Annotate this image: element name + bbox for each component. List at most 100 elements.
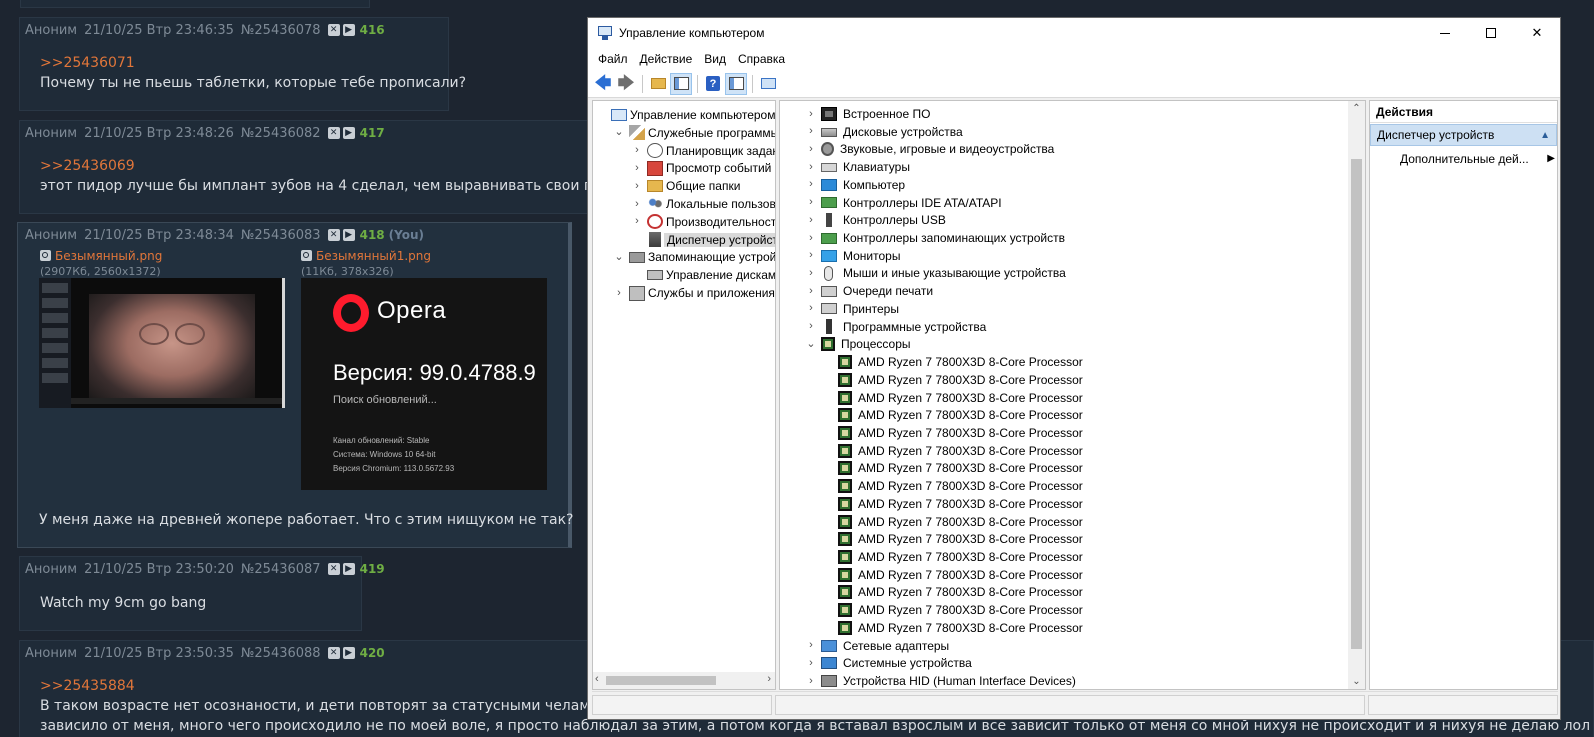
scan-hardware-button[interactable] bbox=[757, 73, 779, 95]
play-icon[interactable]: ▶ bbox=[342, 24, 355, 36]
device-category[interactable]: › Компьютер bbox=[805, 176, 905, 194]
device-category[interactable]: › Сетевые адаптеры bbox=[805, 637, 949, 655]
maximize-button[interactable] bbox=[1468, 18, 1514, 48]
tree-item[interactable]: › Производительность bbox=[631, 213, 775, 231]
collapsed-chevron-icon[interactable]: › bbox=[805, 303, 817, 314]
play-icon[interactable]: ▶ bbox=[342, 229, 355, 241]
device-category[interactable]: › Системные устройства bbox=[805, 654, 972, 672]
device-category[interactable]: › Контроллеры IDE ATA/ATAPI bbox=[805, 194, 1002, 212]
collapsed-chevron-icon[interactable]: › bbox=[805, 179, 817, 190]
device-category[interactable]: › Устройства HID (Human Interface Devices… bbox=[805, 672, 1076, 689]
processor-item[interactable]: AMD Ryzen 7 7800X3D 8-Core Processor bbox=[838, 389, 1083, 407]
processor-item[interactable]: AMD Ryzen 7 7800X3D 8-Core Processor bbox=[838, 619, 1083, 637]
expanded-chevron-icon[interactable]: ⌄ bbox=[613, 127, 625, 138]
scroll-up-icon[interactable]: ⌃ bbox=[1348, 103, 1365, 114]
tree-item[interactable]: Управление компьютером (л bbox=[595, 106, 775, 124]
tree-item[interactable]: › Службы и приложения bbox=[613, 284, 775, 302]
processor-item[interactable]: AMD Ryzen 7 7800X3D 8-Core Processor bbox=[838, 583, 1083, 601]
hide-post-icon[interactable]: ✕ bbox=[327, 229, 340, 241]
processor-item[interactable]: AMD Ryzen 7 7800X3D 8-Core Processor bbox=[838, 371, 1083, 389]
post-number[interactable]: №25436082 bbox=[241, 126, 321, 141]
file-name-link[interactable]: Безымянный.png bbox=[55, 249, 162, 263]
scroll-left-icon[interactable]: ‹ bbox=[595, 673, 599, 685]
processor-item[interactable]: AMD Ryzen 7 7800X3D 8-Core Processor bbox=[838, 459, 1083, 477]
forward-button[interactable]: 🡆 bbox=[615, 73, 637, 95]
collapsed-chevron-icon[interactable]: › bbox=[805, 675, 817, 687]
processor-item[interactable]: AMD Ryzen 7 7800X3D 8-Core Processor bbox=[838, 601, 1083, 619]
tree-item[interactable]: Диспетчер устройств bbox=[631, 231, 775, 249]
device-category[interactable]: › Мониторы bbox=[805, 247, 900, 265]
scroll-thumb[interactable] bbox=[1351, 159, 1362, 649]
collapsed-chevron-icon[interactable]: › bbox=[805, 232, 817, 244]
processor-item[interactable]: AMD Ryzen 7 7800X3D 8-Core Processor bbox=[838, 353, 1083, 371]
menu-help[interactable]: Справка bbox=[732, 52, 791, 66]
title-bar[interactable]: Управление компьютером ✕ bbox=[588, 18, 1560, 48]
processor-item[interactable]: AMD Ryzen 7 7800X3D 8-Core Processor bbox=[838, 424, 1083, 442]
processor-item[interactable]: AMD Ryzen 7 7800X3D 8-Core Processor bbox=[838, 477, 1083, 495]
collapsed-chevron-icon[interactable]: › bbox=[805, 197, 817, 208]
help-button[interactable]: ? bbox=[702, 73, 724, 95]
tree-item[interactable]: › Общие папки bbox=[631, 177, 740, 195]
device-category[interactable]: › Встроенное ПО bbox=[805, 105, 930, 123]
actions-device-manager[interactable]: Диспетчер устройств ▲ bbox=[1370, 124, 1557, 146]
post-number[interactable]: №25436078 bbox=[241, 23, 321, 38]
device-category[interactable]: › Дисковые устройства bbox=[805, 123, 963, 141]
attachment-thumbnail-screenshot[interactable] bbox=[39, 278, 285, 408]
menu-action[interactable]: Действие bbox=[634, 52, 699, 66]
show-hide-tree-button[interactable] bbox=[670, 72, 692, 95]
processor-item[interactable]: AMD Ryzen 7 7800X3D 8-Core Processor bbox=[838, 566, 1083, 584]
collapsed-chevron-icon[interactable]: › bbox=[805, 250, 817, 261]
vertical-scrollbar[interactable]: ⌃ ⌄ bbox=[1348, 101, 1365, 689]
collapsed-chevron-icon[interactable]: › bbox=[805, 108, 817, 120]
device-category[interactable]: › Принтеры bbox=[805, 300, 899, 318]
show-action-pane-button[interactable] bbox=[725, 72, 747, 95]
horizontal-scrollbar[interactable]: ‹ › bbox=[593, 672, 775, 689]
play-icon[interactable]: ▶ bbox=[342, 563, 355, 575]
collapsed-chevron-icon[interactable]: › bbox=[805, 214, 817, 226]
collapsed-chevron-icon[interactable]: › bbox=[631, 198, 643, 210]
scroll-right-icon[interactable]: › bbox=[767, 673, 771, 685]
close-button[interactable]: ✕ bbox=[1514, 18, 1560, 48]
processor-item[interactable]: AMD Ryzen 7 7800X3D 8-Core Processor bbox=[838, 442, 1083, 460]
post-number[interactable]: №25436088 bbox=[241, 646, 321, 661]
device-category[interactable]: ⌄ Процессоры bbox=[805, 335, 911, 353]
collapsed-chevron-icon[interactable]: › bbox=[805, 126, 817, 137]
magnifier-icon[interactable] bbox=[40, 250, 51, 261]
up-level-button[interactable] bbox=[647, 73, 669, 95]
hide-post-icon[interactable]: ✕ bbox=[327, 563, 340, 575]
hide-post-icon[interactable]: ✕ bbox=[327, 647, 340, 659]
tree-item[interactable]: › Локальные пользовате bbox=[631, 195, 775, 213]
collapsed-chevron-icon[interactable]: › bbox=[805, 321, 817, 332]
collapsed-chevron-icon[interactable]: › bbox=[805, 143, 817, 155]
processor-item[interactable]: AMD Ryzen 7 7800X3D 8-Core Processor bbox=[838, 513, 1083, 531]
file-name-link[interactable]: Безымянный1.png bbox=[316, 249, 431, 263]
collapsed-chevron-icon[interactable]: › bbox=[613, 287, 625, 299]
minimize-button[interactable] bbox=[1422, 18, 1468, 48]
collapsed-chevron-icon[interactable]: › bbox=[631, 162, 643, 174]
tree-item[interactable]: ⌄ Служебные программы bbox=[613, 124, 775, 142]
scroll-thumb[interactable] bbox=[606, 676, 716, 685]
menu-view[interactable]: Вид bbox=[698, 52, 732, 66]
post-number[interactable]: №25436083 bbox=[241, 228, 321, 243]
more-actions[interactable]: Дополнительные дей... ▶ bbox=[1400, 149, 1555, 169]
reply-link[interactable]: >>25435884 bbox=[40, 678, 135, 694]
back-button[interactable]: 🡄 bbox=[592, 73, 614, 95]
play-icon[interactable]: ▶ bbox=[342, 647, 355, 659]
processor-item[interactable]: AMD Ryzen 7 7800X3D 8-Core Processor bbox=[838, 548, 1083, 566]
play-icon[interactable]: ▶ bbox=[342, 127, 355, 139]
expanded-chevron-icon[interactable]: ⌄ bbox=[805, 338, 817, 350]
device-category[interactable]: › Контроллеры запоминающих устройств bbox=[805, 229, 1065, 247]
hide-post-icon[interactable]: ✕ bbox=[327, 127, 340, 139]
device-category[interactable]: › Программные устройства bbox=[805, 318, 986, 336]
collapsed-chevron-icon[interactable]: › bbox=[805, 267, 817, 279]
menu-file[interactable]: Файл bbox=[592, 52, 634, 66]
device-category[interactable]: › Звуковые, игровые и видеоустройства bbox=[805, 140, 1054, 158]
collapsed-chevron-icon[interactable]: › bbox=[805, 285, 817, 297]
processor-item[interactable]: AMD Ryzen 7 7800X3D 8-Core Processor bbox=[838, 406, 1083, 424]
tree-item[interactable]: › Просмотр событий bbox=[631, 159, 771, 177]
collapsed-chevron-icon[interactable]: › bbox=[805, 657, 817, 669]
reply-link[interactable]: >>25436069 bbox=[40, 158, 135, 174]
tree-item[interactable]: › Планировщик заданий bbox=[631, 142, 775, 160]
device-category[interactable]: › Очереди печати bbox=[805, 282, 933, 300]
processor-item[interactable]: AMD Ryzen 7 7800X3D 8-Core Processor bbox=[838, 530, 1083, 548]
